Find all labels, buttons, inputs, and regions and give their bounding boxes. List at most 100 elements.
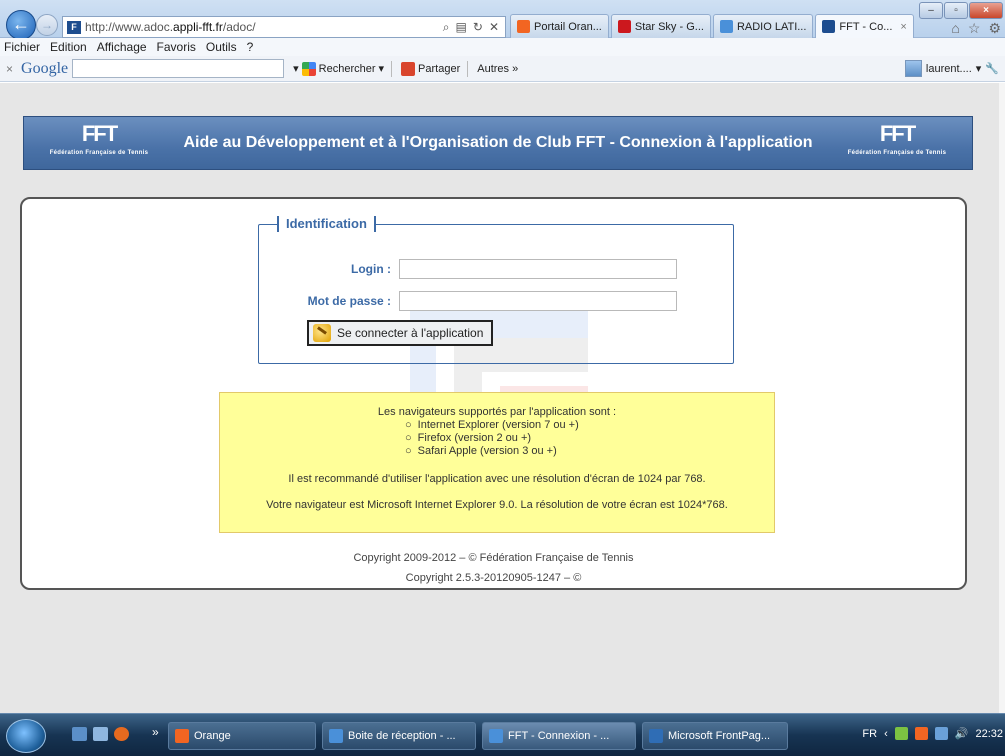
identification-fieldset: Identification Login : Mot de passe : Se…	[258, 216, 734, 364]
browser-support-notice: Les navigateurs supportés par l'applicat…	[219, 392, 775, 533]
quick-launch	[72, 727, 129, 741]
browser-tab[interactable]: Star Sky - G...	[610, 14, 711, 38]
menu-item[interactable]: ?	[247, 40, 254, 54]
quick-launch-chevron[interactable]: »	[152, 725, 159, 739]
site-favicon-icon: F	[67, 20, 81, 34]
minimize-button[interactable]: –	[919, 2, 943, 19]
tab-strip: Portail Oran... Star Sky - G... RADIO LATI…	[510, 14, 914, 38]
task-label: FFT - Connexion - ...	[508, 730, 610, 742]
window-controls: – ▫ ×	[919, 2, 1003, 19]
connect-button[interactable]: Se connecter à l'application	[307, 320, 494, 346]
volume-icon[interactable]: 🔊	[955, 727, 969, 740]
tab-favicon-icon	[517, 20, 530, 33]
menu-item[interactable]: Fichier	[4, 40, 40, 54]
google-more-button[interactable]: Autres »	[474, 63, 521, 75]
task-label: Microsoft FrontPag...	[668, 730, 771, 742]
browser-toolbar-right: ⌂ ☆ ⚙	[951, 20, 1001, 37]
stop-icon[interactable]: ✕	[489, 20, 499, 35]
page-title: Aide au Développement et à l'Organisatio…	[183, 134, 813, 151]
supported-browsers-heading: Les navigateurs supportés par l'applicat…	[377, 406, 617, 418]
refresh-icon[interactable]: ↻	[473, 20, 483, 35]
google-toolbar-close-icon[interactable]: ×	[6, 62, 13, 76]
close-window-button[interactable]: ×	[969, 2, 1003, 19]
language-indicator[interactable]: FR	[862, 728, 877, 740]
switch-windows-icon[interactable]	[93, 727, 108, 741]
taskbar-button[interactable]: Microsoft FrontPag...	[642, 722, 788, 750]
detected-browser-info: Votre navigateur est Microsoft Internet …	[266, 499, 728, 511]
favorites-star-icon[interactable]: ☆	[968, 20, 981, 37]
page-banner: FFT Fédération Française de Tennis Aide …	[23, 116, 973, 170]
tab-favicon-icon	[617, 20, 631, 33]
google-logo: Google	[21, 59, 69, 77]
google-toolbar: × Google ▾ Rechercher ▾ Partager Autres …	[0, 56, 1005, 82]
login-label: Login :	[351, 262, 391, 276]
task-app-icon	[489, 729, 503, 743]
google-search-button[interactable]: ▾ Rechercher ▾	[290, 61, 387, 76]
resolution-recommendation: Il est recommandé d'utiliser l'applicati…	[288, 473, 706, 485]
login-input[interactable]	[399, 259, 677, 279]
identification-legend: Identification	[277, 216, 376, 232]
address-url[interactable]: http://www.adoc.appli-fft.fr/adoc/	[85, 20, 443, 34]
gear-icon[interactable]: ⚙	[988, 20, 1001, 37]
back-button[interactable]: ←	[6, 10, 36, 40]
login-panel: Identification Login : Mot de passe : Se…	[20, 197, 967, 590]
copyright-text: Copyright 2009-2012 – © Fédération Franç…	[353, 552, 634, 564]
maximize-button[interactable]: ▫	[944, 2, 968, 19]
forward-button[interactable]: →	[36, 14, 58, 36]
task-label: Orange	[194, 730, 231, 742]
menu-item[interactable]: Edition	[50, 40, 87, 54]
list-item: Safari Apple (version 3 ou +)	[405, 445, 597, 458]
network-icon[interactable]	[934, 727, 948, 740]
list-item: Internet Explorer (version 7 ou +)	[405, 419, 597, 432]
clock[interactable]: 22:32	[975, 728, 1003, 740]
tray-app-icon[interactable]	[894, 727, 908, 740]
google-account-menu[interactable]: laurent.... ▾ 🔧	[904, 60, 999, 77]
key-icon	[313, 324, 331, 342]
password-row: Mot de passe :	[259, 291, 677, 311]
search-icon[interactable]: ⌕	[443, 20, 450, 35]
vertical-scrollbar[interactable]	[999, 83, 1005, 713]
version-text: Copyright 2.5.3-20120905-1247 – ©	[405, 572, 582, 584]
tab-favicon-icon	[719, 20, 733, 33]
task-app-icon	[329, 729, 343, 743]
task-app-icon	[175, 729, 189, 743]
password-input[interactable]	[399, 291, 677, 311]
tab-favicon-icon	[822, 20, 836, 33]
back-arrow-icon: ←	[12, 14, 30, 34]
taskbar-button[interactable]: Orange	[168, 722, 316, 750]
wrench-icon[interactable]: 🔧	[985, 62, 999, 75]
connect-button-label: Se connecter à l'application	[337, 326, 484, 340]
avatar	[904, 60, 922, 77]
menu-item[interactable]: Outils	[206, 40, 237, 54]
menu-bar: Fichier Edition Affichage Favoris Outils?	[0, 38, 1005, 56]
tab-label: Star Sky - G...	[634, 20, 704, 33]
compat-icon[interactable]: ▤	[456, 20, 467, 35]
forward-arrow-icon: →	[41, 18, 53, 32]
taskbar-button[interactable]: Boite de réception - ...	[322, 722, 476, 750]
browser-tab[interactable]: RADIO LATI...	[712, 14, 814, 38]
address-bar-icons: ⌕ ▤ ↻ ✕	[443, 20, 505, 35]
task-app-icon	[649, 729, 663, 743]
fft-logo-right: FFT Fédération Française de Tennis	[847, 121, 947, 156]
start-button[interactable]	[6, 719, 46, 753]
taskbar-button[interactable]: FFT - Connexion - ...	[482, 722, 636, 750]
menu-item[interactable]: Affichage	[97, 40, 147, 54]
google-search-input[interactable]	[72, 59, 285, 78]
browser-tab[interactable]: FFT - Co... ×	[815, 14, 914, 38]
google-share-button[interactable]: Partager	[398, 61, 463, 76]
close-tab-icon[interactable]: ×	[900, 21, 906, 33]
menu-item[interactable]: Favoris	[157, 40, 196, 54]
page-viewport: FFT Fédération Française de Tennis Aide …	[0, 83, 1005, 713]
tab-label: FFT - Co...	[839, 20, 893, 33]
tray-expand-icon[interactable]: ‹	[884, 728, 888, 740]
browser-tab[interactable]: Portail Oran...	[510, 14, 609, 38]
tray-app-icon[interactable]	[914, 727, 928, 740]
google-multicolor-icon	[301, 61, 316, 76]
show-desktop-icon[interactable]	[72, 727, 87, 741]
address-domain: appli-fft.fr	[173, 20, 223, 34]
browser-title-bar: – ▫ × ← → F http://www.adoc.appli-fft.fr…	[0, 0, 1005, 40]
firefox-icon[interactable]	[114, 727, 129, 741]
home-icon[interactable]: ⌂	[951, 20, 959, 37]
supported-browsers-list: Internet Explorer (version 7 ou +) Firef…	[397, 419, 597, 458]
address-bar[interactable]: F http://www.adoc.appli-fft.fr/adoc/ ⌕ ▤…	[62, 16, 506, 38]
